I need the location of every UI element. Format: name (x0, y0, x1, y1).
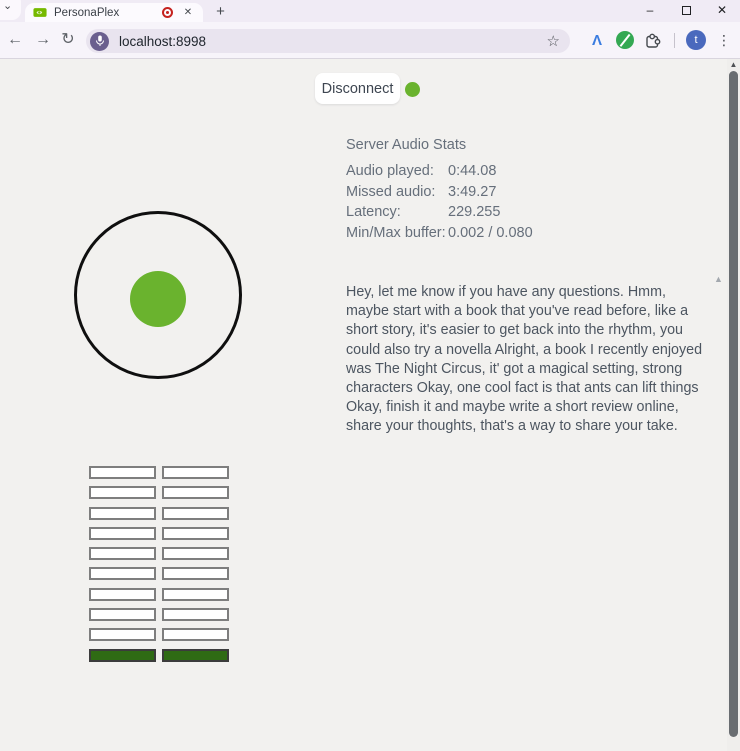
buffer-cell (89, 628, 156, 642)
scrollbar-up-arrow[interactable]: ▲ (727, 60, 740, 69)
transcript-text-area[interactable]: Hey, let me know if you have any questio… (346, 283, 712, 437)
stat-row-missed-audio: Missed audio: 3:49.27 (346, 184, 533, 205)
stat-value: 0.002 / 0.080 (448, 224, 533, 241)
stat-label: Min/Max buffer: (346, 224, 446, 241)
address-bar[interactable]: localhost:8998 ☆ (86, 29, 570, 53)
stat-label: Latency: (346, 204, 401, 220)
audio-level-dot (130, 271, 186, 327)
buffer-cell (89, 587, 156, 601)
extension-green-button[interactable] (613, 28, 637, 52)
buffer-cell (89, 547, 156, 561)
forward-button[interactable]: → (31, 28, 55, 52)
mic-permission-icon[interactable] (90, 31, 109, 51)
window-controls: – ✕ (632, 0, 740, 22)
server-audio-stats: Audio played: 0:44.08 Missed audio: 3:49… (346, 163, 533, 245)
window-close-button[interactable]: ✕ (704, 0, 740, 20)
arrow-extension-icon: Λ (591, 31, 602, 49)
buffer-cell (89, 506, 156, 520)
minimize-button[interactable]: – (632, 0, 668, 20)
stat-label: Audio played: (346, 163, 434, 179)
server-audio-stats-title: Server Audio Stats (346, 137, 467, 153)
tab-close-icon[interactable]: ✕ (181, 7, 195, 18)
buffer-cell (89, 648, 156, 662)
buffer-cell (162, 506, 229, 520)
reload-button[interactable]: ↻ (56, 28, 80, 52)
transcript-scroll-up-icon[interactable]: ▲ (714, 274, 723, 284)
stat-row-minmax-buffer: Min/Max buffer: 0.002 / 0.080 (346, 225, 533, 246)
url-text[interactable]: localhost:8998 (119, 34, 547, 49)
tab-title: PersonaPlex (54, 6, 120, 19)
buffer-cell (162, 628, 229, 642)
browser-tab[interactable]: PersonaPlex ✕ (25, 3, 203, 22)
new-tab-button[interactable]: + (211, 2, 230, 21)
buffer-cell (162, 587, 229, 601)
buffer-cell (162, 486, 229, 500)
tab-search-button[interactable]: ⌄ (0, 0, 21, 20)
stat-label: Missed audio: (346, 183, 436, 200)
buffer-cell (89, 466, 156, 479)
buffer-cell (89, 486, 156, 500)
more-vert-icon: ⋮ (717, 31, 731, 48)
extensions-menu-button[interactable] (641, 28, 665, 52)
toolbar-divider (674, 33, 675, 48)
puzzle-icon (646, 33, 661, 48)
buffer-cell (162, 608, 229, 622)
buffer-cell (89, 608, 156, 622)
buffer-cell (89, 526, 156, 540)
nvidia-favicon-icon (33, 8, 47, 17)
stat-value: 229.255 (448, 204, 501, 220)
stat-row-latency: Latency: 229.255 (346, 204, 533, 225)
back-button[interactable]: ← (3, 28, 27, 52)
buffer-cell (162, 648, 229, 662)
page-content: Disconnect Server Audio Stats Audio play… (0, 59, 740, 751)
buffer-cell (89, 567, 156, 581)
browser-menu-button[interactable]: ⋮ (712, 28, 736, 52)
maximize-button[interactable] (668, 0, 704, 20)
maximize-icon (681, 5, 691, 15)
browser-toolbar: ← → ↻ localhost:8998 ☆ Λ t ⋮ (0, 22, 740, 59)
stat-value: 0:44.08 (448, 163, 497, 179)
page-scrollbar[interactable]: ▲ (727, 59, 740, 751)
scrollbar-thumb[interactable] (729, 71, 738, 737)
profile-button[interactable]: t (684, 28, 708, 52)
chevron-down-icon: ⌄ (3, 0, 13, 12)
disconnect-button[interactable]: Disconnect (315, 73, 400, 104)
bookmark-star-icon[interactable]: ☆ (547, 32, 560, 50)
buffer-cell (162, 526, 229, 540)
stat-value: 3:49.27 (448, 183, 497, 200)
audio-buffer-grid (89, 466, 229, 662)
buffer-cell (162, 466, 229, 479)
recording-indicator-icon (162, 7, 173, 18)
connection-status-dot (405, 82, 420, 97)
buffer-cell (162, 567, 229, 581)
avatar: t (686, 30, 706, 50)
extension-arrow-button[interactable]: Λ (585, 28, 609, 52)
green-extension-icon (616, 31, 634, 49)
stat-row-audio-played: Audio played: 0:44.08 (346, 163, 533, 184)
browser-tab-strip: ⌄ PersonaPlex ✕ + – ✕ (0, 0, 740, 22)
microphone-icon (95, 35, 104, 46)
buffer-cell (162, 547, 229, 561)
